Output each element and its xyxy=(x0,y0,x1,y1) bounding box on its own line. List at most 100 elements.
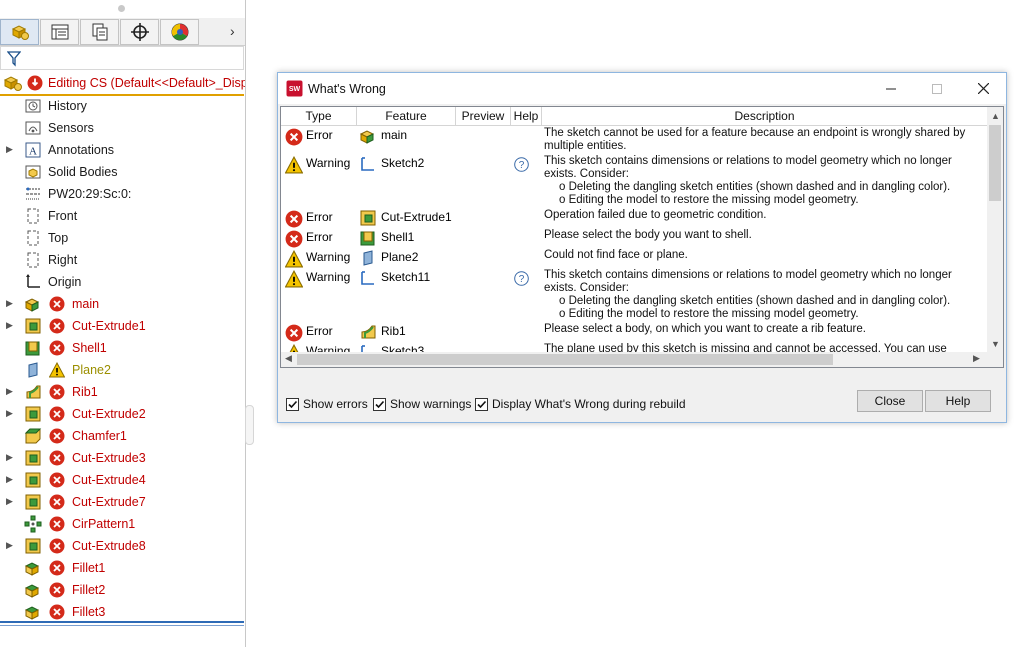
row-description: This sketch contains dimensions or relat… xyxy=(544,269,984,321)
configuration-manager-tab[interactable] xyxy=(80,19,119,45)
whats-wrong-list[interactable]: Type Feature Preview Help Description Er… xyxy=(280,106,1004,368)
warning-icon xyxy=(285,343,303,352)
tree-item[interactable]: Origin xyxy=(0,271,245,293)
row-type: Warning xyxy=(306,156,351,170)
tree-item[interactable]: ▶ Rib1 xyxy=(0,381,245,403)
tree-item[interactable]: Plane2 xyxy=(0,359,245,381)
shell-icon xyxy=(359,229,377,247)
display-during-rebuild-checkbox[interactable]: Display What's Wrong during rebuild xyxy=(475,396,686,412)
description-line: The plane used by this sketch is missing… xyxy=(544,343,947,352)
column-header-description[interactable]: Description xyxy=(542,107,987,126)
history-folder-icon xyxy=(24,97,42,115)
column-header-help[interactable]: Help xyxy=(511,107,542,126)
tree-item-label: History xyxy=(48,99,87,113)
tree-item[interactable]: ▶ A Annotations xyxy=(0,139,245,161)
rollback-bar[interactable] xyxy=(0,621,244,623)
show-warnings-box[interactable] xyxy=(373,397,386,411)
tree-item[interactable]: Solid Bodies xyxy=(0,161,245,183)
tree-item[interactable]: ▶ Cut-Extrude7 xyxy=(0,491,245,513)
tree-item[interactable]: ▶ Cut-Extrude1 xyxy=(0,315,245,337)
vertical-scrollbar[interactable]: ▲ ▼ xyxy=(987,107,1003,352)
expand-arrow-icon[interactable]: ▶ xyxy=(6,144,14,154)
show-errors-box[interactable] xyxy=(286,397,299,411)
row-feature: main xyxy=(381,128,408,142)
expand-arrow-icon[interactable]: ▶ xyxy=(6,386,14,396)
list-row[interactable]: Warning Sketch3 The plane used by this ske… xyxy=(281,342,987,352)
expand-arrow-icon[interactable]: ▶ xyxy=(6,320,14,330)
tree-item[interactable]: Sensors xyxy=(0,117,245,139)
dimxpert-manager-tab[interactable] xyxy=(120,19,159,45)
row-description: The plane used by this sketch is missing… xyxy=(544,343,984,352)
list-row[interactable]: Error Shell1 Please select the body you wa… xyxy=(281,228,987,248)
warning-icon xyxy=(284,249,304,268)
expand-arrow-icon[interactable]: ▶ xyxy=(6,452,14,462)
show-warnings-checkbox[interactable]: Show warnings xyxy=(373,396,471,412)
tree-filter[interactable] xyxy=(0,46,244,70)
column-header-preview[interactable]: Preview xyxy=(456,107,511,126)
tree-item[interactable]: Right xyxy=(0,249,245,271)
show-errors-checkbox[interactable]: Show errors xyxy=(286,396,368,412)
scroll-down-icon[interactable]: ▼ xyxy=(991,339,1000,349)
scroll-left-icon[interactable]: ◀ xyxy=(285,353,292,364)
property-manager-tab[interactable] xyxy=(40,19,79,45)
row-feature: Plane2 xyxy=(381,250,419,264)
maximize-button xyxy=(914,73,960,104)
list-row[interactable]: Error Rib1 Please select a body, on which … xyxy=(281,322,987,342)
panel-tab-bar: › xyxy=(0,18,245,46)
tree-item[interactable]: ▶ Cut-Extrude2 xyxy=(0,403,245,425)
tree-item[interactable]: PW20:29:Sc:0: xyxy=(0,183,245,205)
help-icon[interactable]: ? xyxy=(514,157,529,172)
error-icon xyxy=(49,516,65,532)
column-header-feature[interactable]: Feature xyxy=(357,107,456,126)
minimize-button[interactable] xyxy=(868,73,914,104)
sketch-icon xyxy=(359,155,377,173)
help-button[interactable]: Help xyxy=(925,390,991,412)
dialog-titlebar[interactable]: SW What's Wrong xyxy=(278,73,1006,104)
tree-item[interactable]: Shell1 xyxy=(0,337,245,359)
expand-arrow-icon[interactable]: ▶ xyxy=(6,540,14,550)
display-during-rebuild-box[interactable] xyxy=(475,397,488,411)
vertical-scroll-thumb[interactable] xyxy=(989,125,1001,201)
close-window-button[interactable] xyxy=(960,73,1006,104)
expand-arrow-icon[interactable]: ▶ xyxy=(6,496,14,506)
tree-item[interactable]: Top xyxy=(0,227,245,249)
list-row[interactable]: Error Cut-Extrude1 Operation failed due to… xyxy=(281,208,987,228)
scroll-up-icon[interactable]: ▲ xyxy=(991,111,1000,121)
editing-part-row[interactable]: Editing CS (Default<<Default>_Displ xyxy=(0,72,245,94)
panel-grip-handle[interactable] xyxy=(118,5,125,12)
expand-arrow-icon[interactable]: ▶ xyxy=(6,474,14,484)
tree-item[interactable]: Fillet3 xyxy=(0,601,245,623)
row-type: Warning xyxy=(306,270,351,284)
feature-manager-tab[interactable] xyxy=(0,19,39,45)
material-icon xyxy=(24,185,42,203)
expand-arrow-icon[interactable]: ▶ xyxy=(6,408,14,418)
close-button[interactable]: Close xyxy=(857,390,923,412)
tree-item[interactable]: Fillet2 xyxy=(0,579,245,601)
tree-item[interactable]: Front xyxy=(0,205,245,227)
column-header-type[interactable]: Type xyxy=(281,107,357,126)
help-icon[interactable]: ? xyxy=(514,271,529,286)
list-row[interactable]: Warning Plane2 Could not find face or plan… xyxy=(281,248,987,268)
chevron-right-icon[interactable]: › xyxy=(230,23,235,39)
scroll-right-icon[interactable]: ▶ xyxy=(973,353,980,364)
panel-collapse-handle[interactable] xyxy=(245,405,254,445)
horizontal-scroll-thumb[interactable] xyxy=(297,354,833,365)
tree-item[interactable]: ▶ Cut-Extrude8 xyxy=(0,535,245,557)
tree-item[interactable]: ▶ Cut-Extrude3 xyxy=(0,447,245,469)
tree-item[interactable]: ▶ Cut-Extrude4 xyxy=(0,469,245,491)
horizontal-scrollbar[interactable]: ◀ ▶ xyxy=(281,352,987,367)
maximize-icon xyxy=(932,83,942,94)
tree-item[interactable]: Fillet1 xyxy=(0,557,245,579)
expand-arrow-icon[interactable]: ▶ xyxy=(6,298,14,308)
list-row[interactable]: Warning Sketch11? This sketch contains dim… xyxy=(281,268,987,322)
list-row[interactable]: Error main The sketch cannot be used for a… xyxy=(281,126,987,154)
tree-item[interactable]: Chamfer1 xyxy=(0,425,245,447)
list-row[interactable]: Warning Sketch2? This sketch contains dime… xyxy=(281,154,987,208)
tree-item[interactable]: CirPattern1 xyxy=(0,513,245,535)
cut-extrude-icon xyxy=(24,317,42,335)
tree-item[interactable]: ▶ main xyxy=(0,293,245,315)
error-icon xyxy=(285,230,303,248)
feature-tree: History Sensors ▶ A Annotations Solid Bodies P… xyxy=(0,95,245,623)
tree-item[interactable]: History xyxy=(0,95,245,117)
display-manager-tab[interactable] xyxy=(160,19,199,45)
